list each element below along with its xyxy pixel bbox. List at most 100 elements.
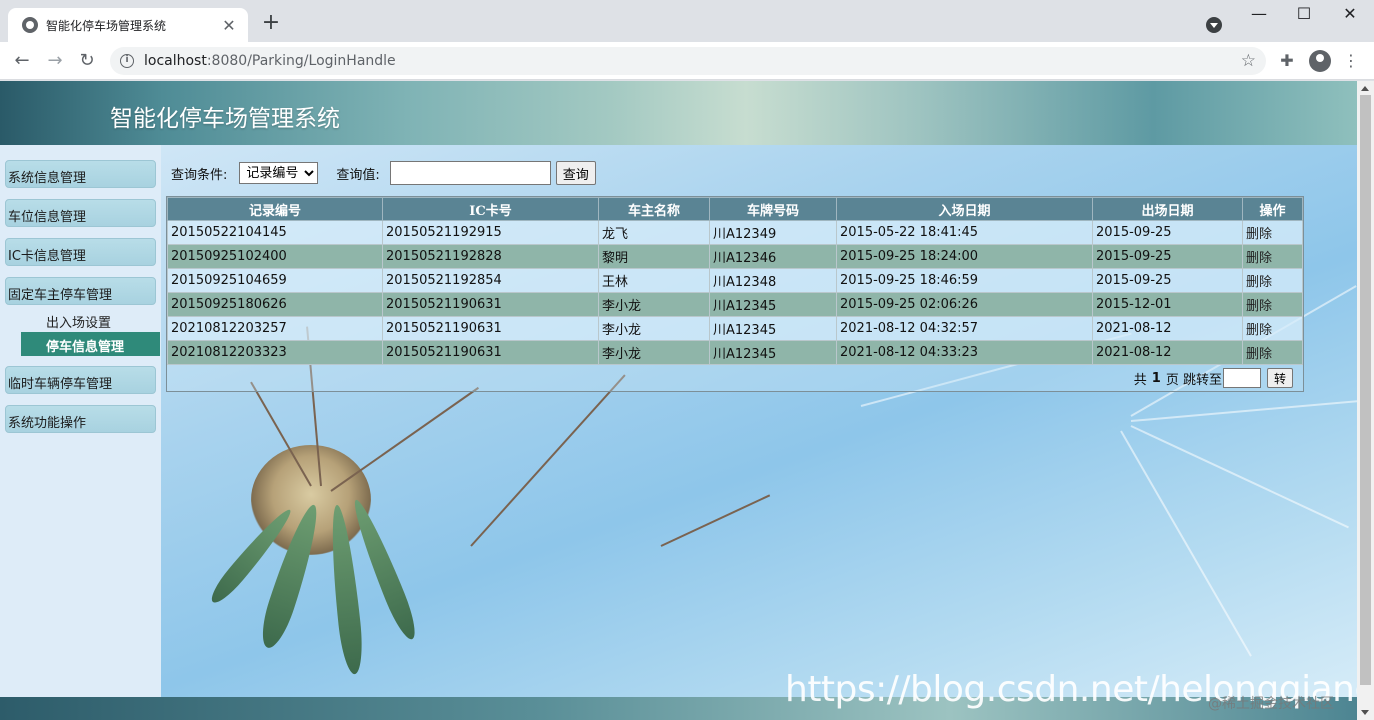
table-row: 20150925104659 20150521192854 王林 川A12348…: [167, 268, 1303, 293]
cell-plate: 川A12348: [709, 268, 837, 293]
cell-owner-name: 李小龙: [598, 340, 710, 365]
cell-owner-name: 王林: [598, 268, 710, 293]
scrollbar-thumb[interactable]: [1360, 95, 1371, 685]
cell-plate: 川A12345: [709, 340, 837, 365]
cell-exit-date: 2015-09-25: [1092, 220, 1243, 245]
cell-ic-card: 20150521192854: [382, 268, 599, 293]
forward-arrow-icon[interactable]: →: [43, 50, 67, 72]
cell-owner-name: 黎明: [598, 244, 710, 269]
site-title: 智能化停车场管理系统: [110, 106, 340, 132]
query-value-input[interactable]: [389, 161, 551, 185]
extensions-puzzle-icon[interactable]: ✚: [1276, 51, 1298, 70]
back-arrow-icon[interactable]: ←: [10, 50, 34, 72]
address-bar[interactable]: i localhost:8080/Parking/LoginHandle ☆: [110, 47, 1266, 75]
cell-owner-name: 李小龙: [598, 316, 710, 341]
cell-exit-date: 2015-09-25: [1092, 268, 1243, 293]
column-header: 入场日期: [836, 197, 1093, 221]
delete-link[interactable]: 删除: [1246, 347, 1272, 362]
profile-avatar-icon[interactable]: [1309, 50, 1331, 72]
cell-owner-name: 龙飞: [598, 220, 710, 245]
page-jump-input[interactable]: [1222, 368, 1261, 388]
cell-action: 删除: [1242, 292, 1303, 317]
cell-exit-date: 2015-09-25: [1092, 244, 1243, 269]
menu-system-functions[interactable]: 系统功能操作: [5, 405, 156, 433]
url-text[interactable]: localhost:8080/Parking/LoginHandle: [144, 53, 1241, 69]
table-row: 20150925102400 20150521192828 黎明 川A12346…: [167, 244, 1303, 269]
browser-tab[interactable]: 智能化停车场管理系统 ✕: [8, 8, 248, 42]
menu-ic-card[interactable]: IC卡信息管理: [5, 238, 156, 266]
menu-kebab-icon[interactable]: ⋮: [1340, 51, 1362, 70]
cell-action: 删除: [1242, 340, 1303, 365]
column-header: 记录编号: [167, 197, 383, 221]
light-ray-decoration: [1130, 397, 1357, 422]
cell-ic-card: 20150521192828: [382, 244, 599, 269]
seed-stem-decoration: [660, 494, 771, 547]
new-tab-button[interactable]: +: [258, 10, 284, 35]
column-header: 车主名称: [598, 197, 710, 221]
table-row: 20150522104145 20150521192915 龙飞 川A12349…: [167, 220, 1303, 245]
cell-entry-date: 2015-09-25 18:24:00: [836, 244, 1093, 269]
cell-action: 删除: [1242, 244, 1303, 269]
pager-suffix: 页 跳转至: [1165, 372, 1222, 388]
tab-close-icon[interactable]: ✕: [220, 16, 238, 35]
table-row: 20210812203323 20150521190631 李小龙 川A1234…: [167, 340, 1303, 365]
submenu-entry-exit-settings[interactable]: 出入场设置: [46, 312, 111, 331]
cell-entry-date: 2015-09-25 18:46:59: [836, 268, 1093, 293]
cell-entry-date: 2021-08-12 04:32:57: [836, 316, 1093, 341]
cell-exit-date: 2015-12-01: [1092, 292, 1243, 317]
vertical-scrollbar[interactable]: [1357, 81, 1374, 720]
scroll-down-arrow-icon[interactable]: [1361, 710, 1369, 715]
search-form: 查询条件: 记录编号 查询值: 查询: [171, 161, 596, 185]
menu-system-info[interactable]: 系统信息管理: [5, 160, 156, 188]
query-button[interactable]: 查询: [555, 161, 596, 185]
cell-exit-date: 2021-08-12: [1092, 316, 1243, 341]
cell-record-id: 20210812203257: [167, 316, 383, 341]
minimize-button[interactable]: —: [1236, 4, 1282, 23]
globe-icon: [22, 17, 38, 33]
cell-action: 删除: [1242, 220, 1303, 245]
cell-exit-date: 2021-08-12: [1092, 340, 1243, 365]
delete-link[interactable]: 删除: [1246, 299, 1272, 314]
condition-label: 查询条件:: [171, 167, 228, 183]
maximize-button[interactable]: ☐: [1281, 4, 1327, 23]
cell-entry-date: 2015-09-25 02:06:26: [836, 292, 1093, 317]
bookmark-star-icon[interactable]: ☆: [1241, 51, 1256, 71]
tab-search-icon[interactable]: [1206, 17, 1222, 33]
cell-ic-card: 20150521190631: [382, 292, 599, 317]
cell-plate: 川A12346: [709, 244, 837, 269]
cell-plate: 川A12345: [709, 316, 837, 341]
watermark-site: @稀土掘金技术社区: [1208, 696, 1334, 712]
column-header: IC卡号: [382, 197, 599, 221]
column-header: 车牌号码: [709, 197, 837, 221]
condition-select[interactable]: 记录编号: [239, 162, 319, 184]
tab-title: 智能化停车场管理系统: [46, 18, 167, 33]
delete-link[interactable]: 删除: [1246, 275, 1272, 290]
menu-temp-vehicle-parking[interactable]: 临时车辆停车管理: [5, 366, 156, 394]
sidebar: 系统信息管理 车位信息管理 IC卡信息管理 固定车主停车管理 出入场设置 停车信…: [0, 145, 161, 697]
light-ray-decoration: [1130, 425, 1349, 529]
menu-fixed-owner-parking[interactable]: 固定车主停车管理: [5, 277, 156, 305]
menu-parking-space[interactable]: 车位信息管理: [5, 199, 156, 227]
cell-entry-date: 2015-05-22 18:41:45: [836, 220, 1093, 245]
cell-record-id: 20150925102400: [167, 244, 383, 269]
cell-ic-card: 20150521190631: [382, 340, 599, 365]
reload-icon[interactable]: ↻: [75, 50, 99, 72]
cell-plate: 川A12349: [709, 220, 837, 245]
window-close-button[interactable]: ✕: [1327, 4, 1373, 23]
cell-record-id: 20150522104145: [167, 220, 383, 245]
cell-record-id: 20150925180626: [167, 292, 383, 317]
delete-link[interactable]: 删除: [1246, 251, 1272, 266]
scroll-up-arrow-icon[interactable]: [1361, 86, 1369, 91]
page-jump-button[interactable]: 转: [1266, 368, 1293, 388]
table-row: 20150925180626 20150521190631 李小龙 川A1234…: [167, 292, 1303, 317]
delete-link[interactable]: 删除: [1246, 227, 1272, 242]
parking-records-table: 记录编号 IC卡号 车主名称 车牌号码 入场日期 出场日期 操作 2015052…: [166, 196, 1304, 392]
submenu-parking-info-active[interactable]: 停车信息管理: [21, 332, 160, 356]
delete-link[interactable]: 删除: [1246, 323, 1272, 338]
cell-action: 删除: [1242, 316, 1303, 341]
site-header: 智能化停车场管理系统: [0, 81, 1357, 145]
pager-prefix: 共: [1133, 372, 1147, 388]
cell-entry-date: 2021-08-12 04:33:23: [836, 340, 1093, 365]
cell-owner-name: 李小龙: [598, 292, 710, 317]
site-info-icon[interactable]: i: [120, 54, 134, 68]
